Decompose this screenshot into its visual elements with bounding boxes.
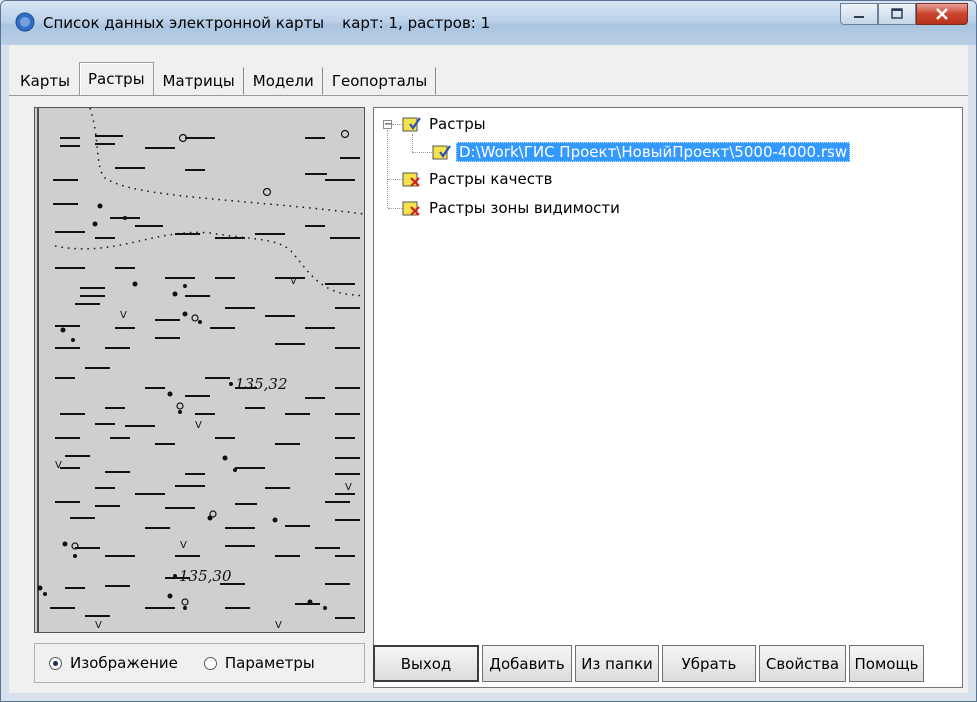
from-folder-button[interactable]: Из папки	[575, 645, 659, 682]
dialog-window: Список данных электронной карты карт: 1, …	[0, 0, 977, 702]
tab-rasters-label: Растры	[87, 70, 145, 88]
tree-connector	[388, 208, 402, 209]
close-icon	[936, 8, 948, 20]
button-bar: Выход Добавить Из папки Убрать Свойства …	[373, 645, 927, 682]
elevation-label-2: 135,30	[179, 567, 232, 585]
window-title: Список данных электронной карты	[43, 14, 325, 32]
exit-button[interactable]: Выход	[373, 645, 479, 682]
elevation-label-1: 135,32	[235, 375, 288, 393]
raster-preview-image: V V V V V V V V 135,32 135,30	[35, 108, 364, 632]
title-bar[interactable]: Список данных электронной карты карт: 1, …	[1, 1, 976, 45]
tab-models-label: Модели	[252, 72, 314, 90]
tab-matrices[interactable]: Матрицы	[154, 67, 244, 95]
tree-node-rasters[interactable]: Растры	[402, 113, 489, 135]
tab-maps[interactable]: Карты	[11, 67, 79, 95]
tree-node-quality-rasters[interactable]: Растры качеств	[402, 168, 556, 190]
tree-connector	[387, 130, 388, 208]
radio-parameters[interactable]: Параметры	[203, 654, 315, 672]
radio-parameters-label: Параметры	[224, 654, 315, 672]
svg-text:V: V	[120, 310, 127, 321]
raster-crossed-icon	[402, 172, 420, 187]
svg-text:V: V	[180, 540, 187, 551]
tree-connector	[388, 179, 402, 180]
tree-collapse-toggle[interactable]: −	[383, 120, 392, 130]
window-title-area: Список данных электронной карты карт: 1, …	[43, 14, 490, 32]
tab-divider	[9, 95, 968, 96]
radio-parameters-indicator[interactable]	[203, 656, 217, 670]
tree-node-label: Растры зоны видимости	[429, 199, 620, 217]
radio-image-indicator[interactable]	[49, 656, 62, 670]
tab-rasters[interactable]: Растры	[78, 62, 154, 95]
tab-models[interactable]: Модели	[244, 67, 323, 95]
raster-checked-icon	[432, 145, 451, 160]
raster-preview: V V V V V V V V 135,32 135,30	[34, 107, 365, 633]
maximize-button[interactable]	[878, 3, 916, 25]
tree-connector	[392, 124, 402, 125]
remove-button[interactable]: Убрать	[662, 645, 756, 682]
maximize-icon	[891, 8, 903, 19]
tab-matrices-label: Матрицы	[162, 72, 235, 90]
minimize-icon	[854, 16, 864, 18]
minimize-button[interactable]	[840, 3, 878, 25]
help-button[interactable]: Помощь	[849, 645, 924, 682]
properties-button[interactable]: Свойства	[759, 645, 846, 682]
svg-text:V: V	[95, 620, 102, 631]
tree-node-label: Растры	[429, 115, 486, 133]
tab-geoportals[interactable]: Геопорталы	[323, 67, 437, 95]
view-mode-group: Изображение Параметры	[34, 643, 365, 683]
app-info-icon	[15, 12, 35, 32]
svg-text:V: V	[345, 482, 352, 493]
close-button[interactable]	[916, 3, 968, 25]
dialog-client-area: Карты Растры Матрицы Модели Геопорталы V…	[9, 45, 968, 693]
tree-connector	[412, 152, 432, 153]
tree-node-label: D:\Work\ГИС Проект\НовыйПроект\5000-4000…	[456, 142, 851, 162]
tab-maps-label: Карты	[20, 72, 70, 90]
window-status: карт: 1, растров: 1	[342, 14, 491, 32]
tree-connector	[412, 134, 413, 152]
tree-node-label: Растры качеств	[429, 170, 553, 188]
tree-node-raster-file[interactable]: D:\Work\ГИС Проект\НовыйПроект\5000-4000…	[432, 141, 851, 163]
svg-text:V: V	[275, 620, 282, 631]
raster-checked-icon	[402, 117, 421, 132]
window-controls	[840, 3, 968, 25]
tree-node-visibility-rasters[interactable]: Растры зоны видимости	[402, 197, 623, 219]
radio-image[interactable]: Изображение	[49, 654, 178, 672]
svg-text:V: V	[290, 276, 297, 287]
tab-geoportals-label: Геопорталы	[331, 72, 428, 90]
raster-tree[interactable]: − Растры D:\Work\ГИС Проект\НовыйПроект\…	[373, 107, 963, 688]
svg-text:V: V	[55, 460, 62, 471]
radio-image-label: Изображение	[70, 654, 178, 672]
add-button[interactable]: Добавить	[482, 645, 572, 682]
svg-text:V: V	[195, 420, 202, 431]
tab-strip: Карты Растры Матрицы Модели Геопорталы	[11, 62, 437, 95]
raster-crossed-icon	[402, 201, 420, 216]
